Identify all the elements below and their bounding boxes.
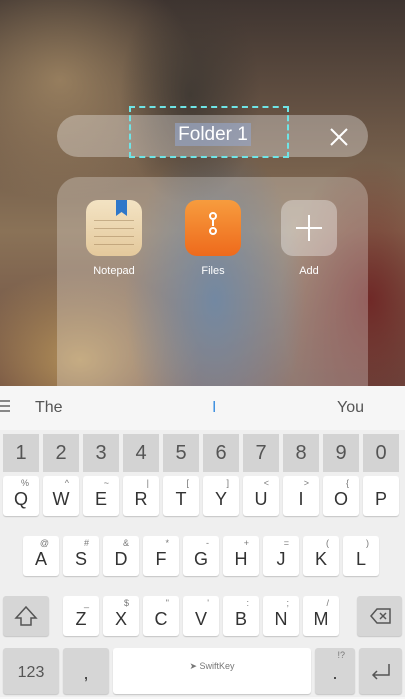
suggestion-right[interactable]: You (337, 386, 364, 430)
app-label-notepad: Notepad (93, 265, 135, 277)
app-add[interactable]: Add (269, 200, 349, 277)
key-q[interactable]: % Q (3, 476, 39, 516)
suggestion-left[interactable]: The (35, 386, 63, 430)
key-b[interactable]: :B (223, 596, 259, 636)
key-5[interactable]: 5 (163, 434, 199, 472)
suggestion-center[interactable]: I (212, 386, 216, 430)
key-m[interactable]: / M (303, 596, 339, 636)
number-row: 1 2 3 4 5 6 7 8 9 0 (0, 434, 405, 472)
keyboard: The I You 1 2 3 4 5 6 7 8 9 0 % Q ^ W ~ E |… (0, 386, 405, 697)
focus-highlight (129, 106, 289, 158)
files-icon (185, 200, 241, 256)
key-o[interactable]: {O (323, 476, 359, 516)
key-t[interactable]: [T (163, 476, 199, 516)
app-label-files: Files (201, 265, 225, 277)
key-9[interactable]: 9 (323, 434, 359, 472)
key-a[interactable]: @ A (23, 536, 59, 576)
key-p[interactable]: P (363, 476, 399, 516)
key-d[interactable]: & D (103, 536, 139, 576)
key-f[interactable]: * F (143, 536, 179, 576)
key-i[interactable]: > I (283, 476, 319, 516)
key-4[interactable]: 4 (123, 434, 159, 472)
backspace-icon (370, 608, 391, 624)
comma-key[interactable]: , (63, 648, 109, 694)
shift-icon (14, 605, 38, 626)
key-x[interactable]: $ X (103, 596, 139, 636)
shift-key[interactable] (3, 596, 49, 636)
numbers-key[interactable]: 123 (3, 648, 59, 694)
notepad-icon (86, 200, 142, 256)
key-l[interactable]: ) L (343, 536, 379, 576)
app-files[interactable]: Files (173, 200, 253, 277)
key-h[interactable]: + H (223, 536, 259, 576)
swiftkey-logo: ➤ SwiftKey (189, 661, 235, 671)
key-7[interactable]: 7 (243, 434, 279, 472)
key-8[interactable]: 8 (283, 434, 319, 472)
key-z[interactable]: _ Z (63, 596, 99, 636)
enter-icon (371, 664, 390, 680)
key-6[interactable]: 6 (203, 434, 239, 472)
key-3[interactable]: 3 (83, 434, 119, 472)
enter-key[interactable] (359, 648, 402, 694)
key-c[interactable]: " C (143, 596, 179, 636)
key-v[interactable]: ' V (183, 596, 219, 636)
add-icon (281, 200, 337, 256)
key-y[interactable]: ] Y (203, 476, 239, 516)
key-w[interactable]: ^ W (43, 476, 79, 516)
close-icon[interactable] (325, 123, 353, 151)
backspace-key[interactable] (357, 596, 402, 636)
key-r[interactable]: | R (123, 476, 159, 516)
key-2[interactable]: 2 (43, 434, 79, 472)
menu-icon[interactable] (0, 400, 10, 415)
key-0[interactable]: 0 (363, 434, 399, 472)
key-g[interactable]: -G (183, 536, 219, 576)
key-n[interactable]: ; N (263, 596, 299, 636)
key-j[interactable]: = J (263, 536, 299, 576)
period-key[interactable]: !?. (315, 648, 355, 694)
app-label-add: Add (299, 265, 319, 277)
key-1[interactable]: 1 (3, 434, 39, 472)
app-notepad[interactable]: Notepad (74, 200, 154, 277)
key-u[interactable]: < U (243, 476, 279, 516)
key-s[interactable]: # S (63, 536, 99, 576)
key-k[interactable]: (K (303, 536, 339, 576)
suggestion-bar: The I You (0, 386, 405, 430)
key-e[interactable]: ~ E (83, 476, 119, 516)
space-key[interactable]: ➤ SwiftKey (113, 648, 311, 694)
